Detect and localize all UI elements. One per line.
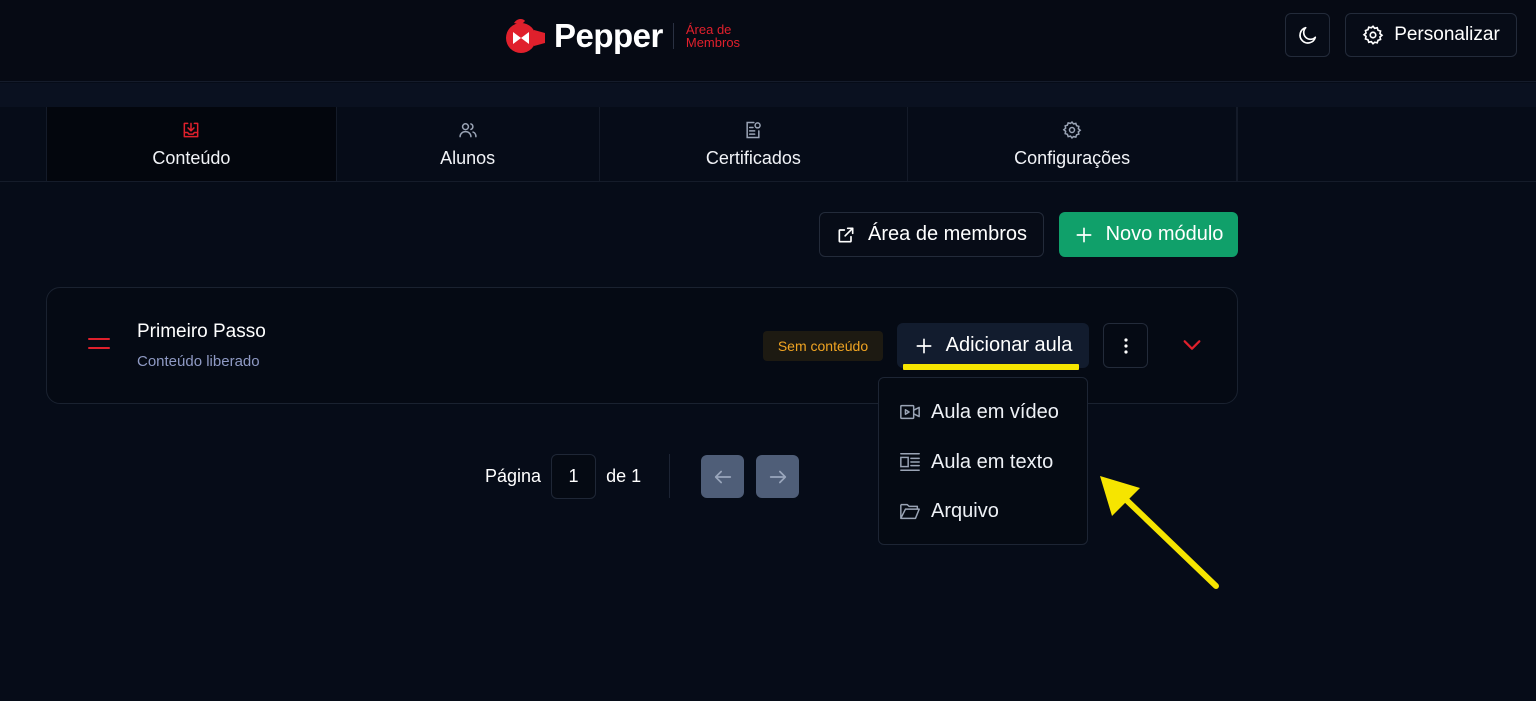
annotation-arrow-icon [1100,476,1219,589]
highlight-underline [903,364,1079,370]
add-lesson-label: Adicionar aula [945,334,1073,356]
page-number-input[interactable]: 1 [551,454,597,499]
pagination-divider [669,454,670,498]
top-bar: Pepper Área de Membros Personalizar [0,0,1536,82]
tab-certificates-label: Certificados [705,147,801,168]
arrow-left-icon [714,470,731,483]
gear-icon [1062,120,1082,140]
members-area-label: Área de membros [868,223,1027,245]
tab-students-label: Alunos [440,147,496,168]
menu-item-text-lesson[interactable]: Aula em texto [899,447,1053,477]
plus-icon [916,338,932,353]
tab-students[interactable]: Alunos [337,107,600,181]
external-link-icon [838,227,854,242]
customize-button[interactable]: Personalizar [1345,13,1517,57]
add-lesson-dropdown: Aula em vídeo Aula em texto Arquivo [878,377,1088,545]
users-icon [458,120,478,140]
logo-subtitle: Área de Membros [685,22,741,50]
previous-page-button[interactable] [701,455,744,498]
page-total: de 1 [606,466,642,486]
menu-item-label: Aula em texto [931,450,1054,473]
drag-handle-icon[interactable] [87,335,111,353]
tab-bar: Conteúdo Alunos Certificados Configuraçõ… [46,107,1238,181]
kebab-menu-icon [1123,337,1128,354]
arrow-right-icon [769,470,786,483]
logo[interactable]: Pepper Área de Membros [504,16,766,56]
theme-toggle-button[interactable] [1285,13,1330,57]
folder-open-icon [899,500,921,522]
new-module-button[interactable]: Novo módulo [1059,212,1238,257]
status-badge: Sem conteúdo [763,331,883,361]
plus-icon [1076,227,1092,242]
more-options-button[interactable] [1103,323,1148,368]
tabs-divider [0,181,1536,182]
new-module-label: Novo módulo [1105,223,1224,245]
menu-item-file[interactable]: Arquivo [899,496,999,526]
customize-label: Personalizar [1394,24,1500,45]
certificate-icon [743,120,763,140]
inbox-download-icon [181,120,201,140]
next-page-button[interactable] [756,455,799,498]
pagination: Página 1 de 1 [485,454,641,499]
add-lesson-button[interactable]: Adicionar aula [897,323,1089,368]
module-title: Primeiro Passo [137,321,266,342]
chevron-down-icon[interactable] [1181,334,1203,356]
menu-item-label: Arquivo [931,499,999,522]
video-icon [899,401,921,423]
moon-icon [1298,26,1316,44]
menu-item-label: Aula em vídeo [931,400,1059,423]
text-layout-icon [899,451,921,473]
gear-icon [1362,25,1384,45]
module-status: Conteúdo liberado [137,353,260,370]
tab-settings[interactable]: Configurações [908,107,1237,181]
tab-certificates[interactable]: Certificados [600,107,909,181]
pepper-logo-icon [506,18,545,53]
header-spacer [0,83,1536,107]
tab-settings-label: Configurações [1014,147,1131,168]
page-label: Página [485,466,542,486]
logo-wordmark: Pepper [554,17,663,54]
members-area-button[interactable]: Área de membros [819,212,1044,257]
menu-item-video-lesson[interactable]: Aula em vídeo [899,397,1059,427]
tab-content[interactable]: Conteúdo [47,107,337,181]
logo-divider [672,23,674,49]
tab-content-label: Conteúdo [152,147,231,168]
